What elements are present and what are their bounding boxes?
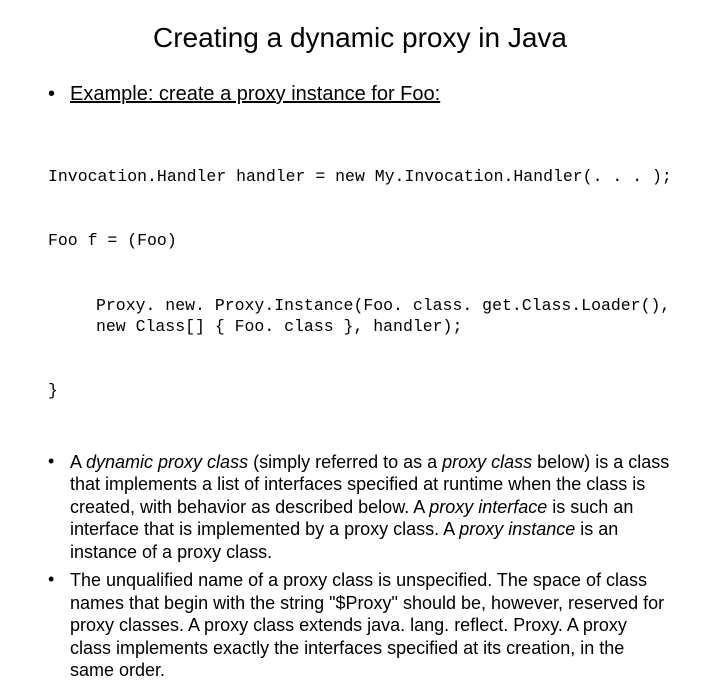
code-block: Invocation.Handler handler = new My.Invo… bbox=[48, 123, 672, 445]
body-bullets: • A dynamic proxy class (simply referred… bbox=[48, 451, 672, 682]
text-em: proxy interface bbox=[429, 497, 547, 517]
code-line: Invocation.Handler handler = new My.Invo… bbox=[48, 166, 672, 187]
text-span: (simply referred to as a bbox=[248, 452, 442, 472]
text-em: proxy instance bbox=[459, 519, 575, 539]
example-bullet: • Example: create a proxy instance for F… bbox=[48, 82, 672, 117]
code-line: Foo f = (Foo) bbox=[48, 230, 672, 251]
text-em: dynamic proxy class bbox=[86, 452, 248, 472]
body-bullet: • A dynamic proxy class (simply referred… bbox=[48, 451, 672, 564]
bullet-dot: • bbox=[48, 82, 70, 117]
text-span: A bbox=[70, 452, 86, 472]
slide: Creating a dynamic proxy in Java • Examp… bbox=[0, 0, 720, 540]
text-em: proxy class bbox=[442, 452, 532, 472]
code-line: Proxy. new. Proxy.Instance(Foo. class. g… bbox=[48, 295, 672, 338]
code-line: } bbox=[48, 380, 672, 401]
example-heading: Example: create a proxy instance for Foo… bbox=[70, 82, 672, 107]
slide-title: Creating a dynamic proxy in Java bbox=[48, 22, 672, 54]
body-bullet: • The unqualified name of a proxy class … bbox=[48, 569, 672, 682]
body-text: The unqualified name of a proxy class is… bbox=[70, 569, 672, 682]
body-text: A dynamic proxy class (simply referred t… bbox=[70, 451, 672, 564]
bullet-dot: • bbox=[48, 451, 70, 564]
bullet-dot: • bbox=[48, 569, 70, 682]
